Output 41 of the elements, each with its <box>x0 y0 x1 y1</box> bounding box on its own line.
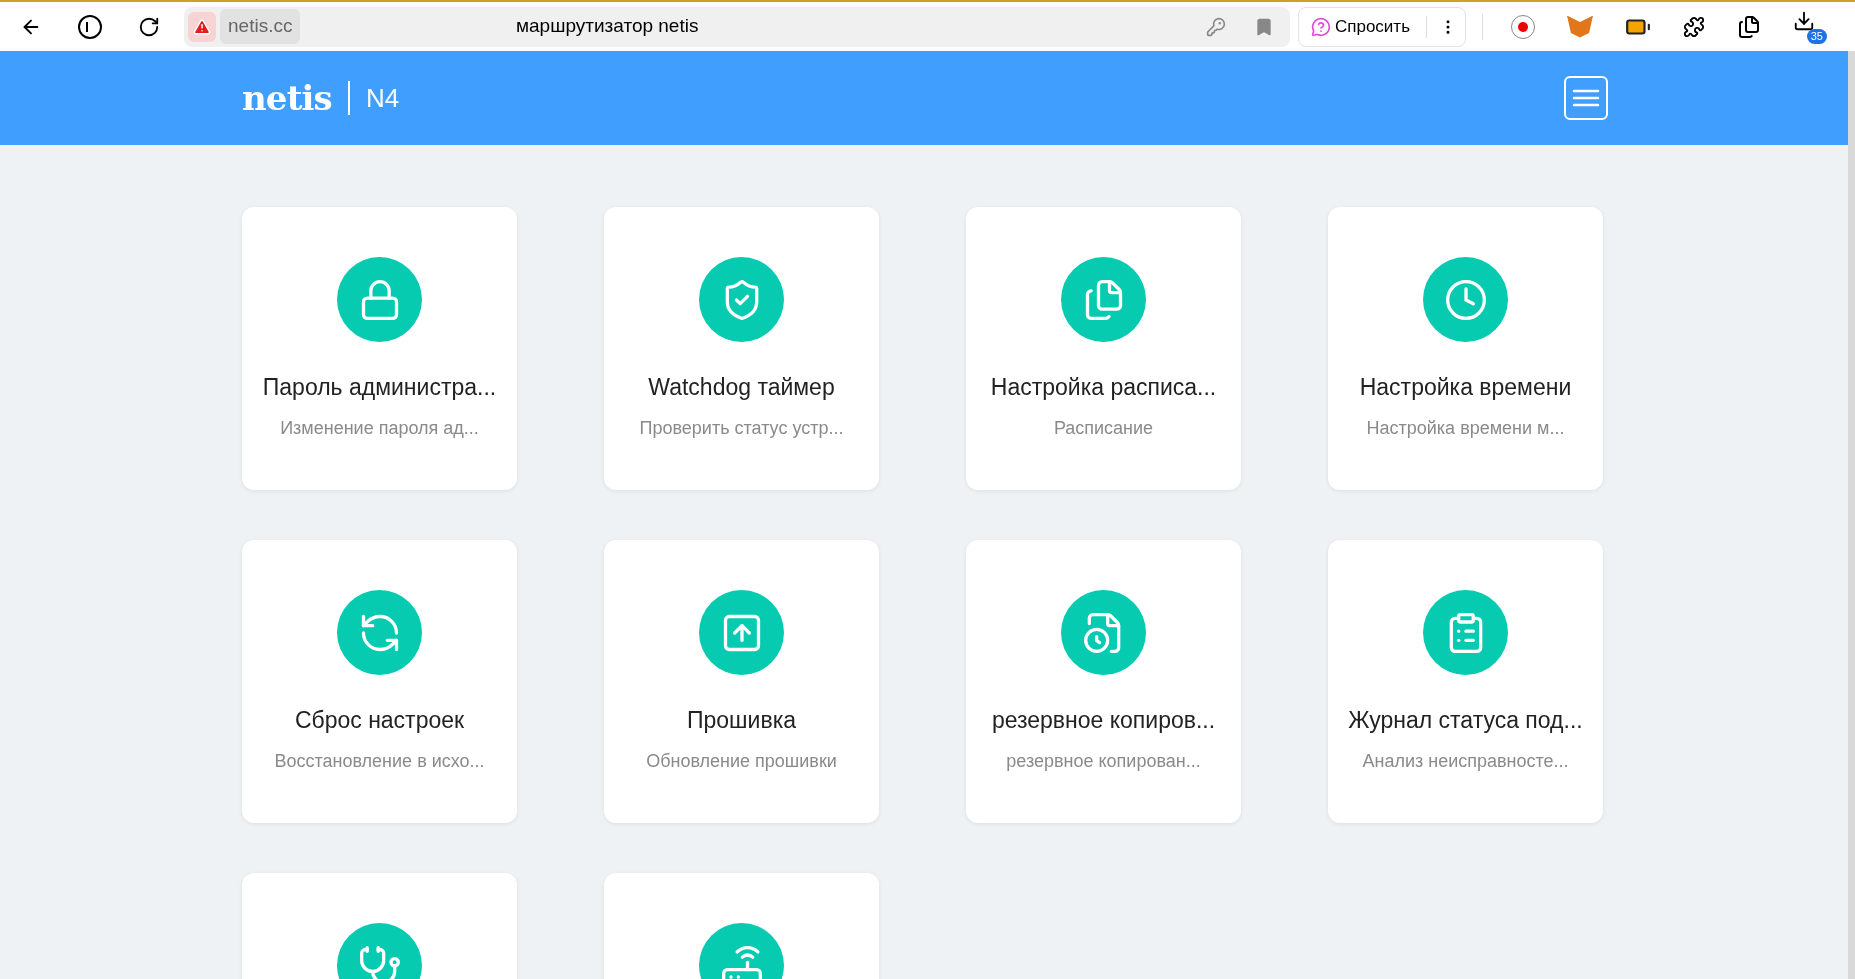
extension-icon[interactable] <box>1683 15 1705 38</box>
card-subtitle: Расписание <box>1053 416 1154 440</box>
scrollbar[interactable] <box>1848 51 1855 979</box>
url-text: netis.cc <box>220 9 301 44</box>
card-title: Пароль администра... <box>262 373 497 402</box>
model-name: N4 <box>365 81 400 115</box>
settings-card[interactable]: Настройка расписа... Расписание <box>966 207 1241 490</box>
netis-logo: netis <box>242 76 332 120</box>
card-subtitle: Проверить статус устр... <box>639 416 844 440</box>
download-count: 35 <box>1806 28 1827 44</box>
browser-logo-icon[interactable] <box>78 14 102 39</box>
address-bar[interactable]: netis.cc маршрутизатор netis <box>184 6 1290 47</box>
card-title: Watchdog таймер <box>648 373 835 402</box>
settings-card[interactable]: Сброс настроек Восстановление в исхо... <box>242 540 517 823</box>
reload-icon[interactable] <box>138 15 160 38</box>
menu-button[interactable] <box>1564 76 1608 120</box>
card-subtitle: Обновление прошивки <box>646 749 837 773</box>
settings-card[interactable]: Настройка времени Настройка времени м... <box>1328 207 1603 490</box>
card-subtitle: Анализ неисправносте... <box>1362 749 1569 773</box>
password-icon[interactable] <box>1205 16 1226 37</box>
document-icon[interactable] <box>1737 14 1761 39</box>
card-title: Настройка расписа... <box>990 373 1217 402</box>
menu-icon <box>1572 88 1600 108</box>
card-subtitle: Настройка времени м... <box>1366 416 1565 440</box>
card-title: Настройка времени <box>1359 373 1572 402</box>
download-icon[interactable] <box>1793 9 1815 32</box>
settings-card[interactable]: Watchdog таймер Проверить статус устр... <box>604 207 879 490</box>
card-subtitle: Восстановление в исхо... <box>274 749 485 773</box>
card-title: Прошивка <box>687 706 796 735</box>
settings-card[interactable]: Журнал статуса под... Анализ неисправносте... <box>1328 540 1603 823</box>
card-title: Сброс настроек <box>294 706 465 735</box>
warning-icon[interactable] <box>188 11 216 42</box>
card-title: резервное копиров... <box>991 706 1216 735</box>
card-title: Журнал статуса под... <box>1348 706 1583 735</box>
page-title: маршрутизатор netis <box>514 14 700 39</box>
settings-card[interactable]: Пароль администра... Изменение пароля ад... <box>242 207 517 490</box>
settings-card[interactable]: Прошивка Обновление прошивки <box>604 540 879 823</box>
settings-card[interactable]: резервное копиров... резервное копирован... <box>966 540 1241 823</box>
card-subtitle: резервное копирован... <box>1006 749 1201 773</box>
card-subtitle: Изменение пароля ад... <box>280 416 479 440</box>
question-bubble-icon <box>1310 16 1331 37</box>
